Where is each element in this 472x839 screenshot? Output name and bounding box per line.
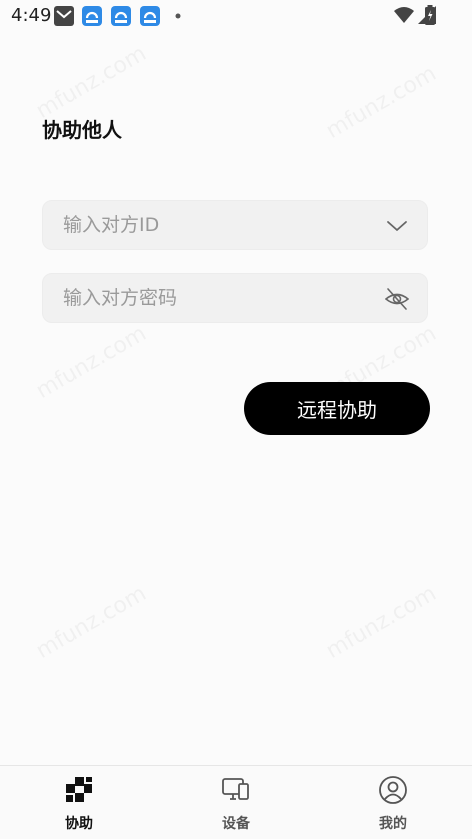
mail-notification-icon (54, 6, 74, 26)
status-time: 4:49 (11, 5, 52, 26)
wifi-icon (394, 7, 414, 23)
remote-assist-button[interactable]: 远程协助 (244, 382, 430, 435)
watermark: mfunz.com (322, 581, 441, 664)
partner-id-input[interactable] (61, 213, 365, 237)
app-notification-icon (82, 6, 102, 26)
partner-password-field[interactable] (42, 273, 428, 323)
assist-icon (66, 777, 92, 802)
tab-assist[interactable]: 协助 (29, 766, 129, 839)
watermark: mfunz.com (32, 581, 151, 664)
chevron-down-icon[interactable] (385, 214, 409, 238)
app-notification-icon (140, 6, 160, 26)
watermark: mfunz.com (32, 41, 151, 124)
watermark: mfunz.com (322, 61, 441, 144)
partner-id-field[interactable] (42, 200, 428, 250)
page-title: 协助他人 (42, 118, 122, 142)
bottom-tab-bar: 协助 设备 我的 (0, 765, 472, 839)
eye-off-icon[interactable] (385, 287, 409, 311)
tab-label: 协助 (65, 816, 93, 832)
app-notification-icon (111, 6, 131, 26)
tab-profile[interactable]: 我的 (343, 766, 443, 839)
more-notifications-icon (175, 13, 181, 19)
watermark: mfunz.com (32, 321, 151, 404)
tab-label: 我的 (379, 816, 407, 832)
profile-icon (379, 776, 407, 804)
tab-label: 设备 (222, 816, 250, 832)
battery-charging-icon (425, 5, 435, 25)
partner-password-input[interactable] (61, 286, 365, 310)
devices-icon (222, 778, 249, 800)
status-bar: 4:49 (0, 0, 472, 32)
tab-devices[interactable]: 设备 (186, 766, 286, 839)
